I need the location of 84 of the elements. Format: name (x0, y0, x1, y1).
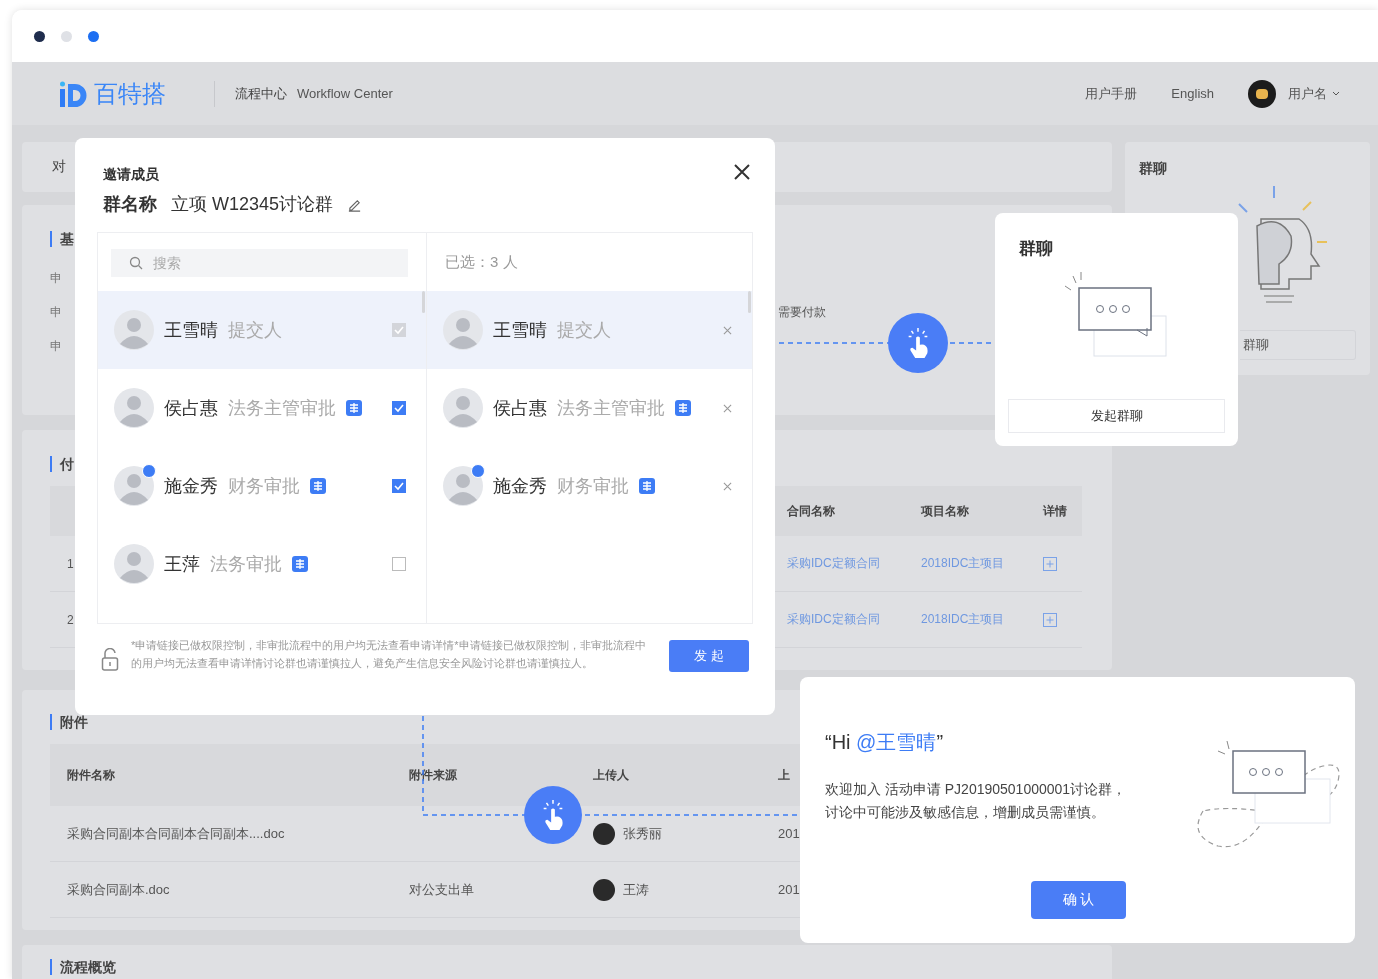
user-menu[interactable]: 用户名 (1288, 84, 1327, 103)
expand-icon[interactable] (1043, 556, 1057, 571)
field-label: 申 (50, 337, 63, 355)
column-header: 附件来源 (408, 766, 458, 784)
field-label: 需要付款 (778, 303, 826, 321)
table-cell-text: 1 (66, 556, 75, 571)
field-label: 群名称 (103, 193, 157, 216)
avatar (114, 388, 154, 428)
table-cell-text: 采购合同副本.doc (66, 880, 171, 899)
avatar (443, 466, 483, 506)
member-name: 王萍 (164, 553, 200, 576)
selected-member-row[interactable]: 王雪晴 提交人 (427, 291, 752, 369)
column-header: 项目名称 (920, 502, 970, 520)
panel-title: 群聊 (1139, 160, 1168, 178)
field-label: 申 (50, 269, 63, 287)
section-title: 流程概览 (50, 959, 1084, 975)
product-name: 流程中心 (235, 84, 287, 103)
remove-icon[interactable] (723, 481, 732, 491)
field-label: 申 (50, 303, 63, 321)
start-group-chat-button[interactable]: 群聊 (1240, 330, 1356, 360)
column-header: 上传人 (592, 766, 630, 784)
confirm-button[interactable]: 确 认 (1031, 881, 1126, 919)
member-name: 施金秀 (493, 475, 547, 498)
member-name: 施金秀 (164, 475, 218, 498)
caret-icon (1332, 91, 1340, 96)
avatar (593, 822, 615, 845)
member-role: 提交人 (557, 319, 611, 342)
window-control-icon[interactable] (34, 30, 45, 42)
remove-icon[interactable] (723, 403, 732, 413)
table-cell: 王涛 (623, 880, 649, 899)
close-icon[interactable] (734, 164, 750, 180)
brand-name: 百特搭 (94, 78, 166, 109)
product-name: Workflow Center (297, 86, 393, 101)
welcome-message: 欢迎加入 活动申请 PJ20190501000001讨论群， (825, 780, 1127, 799)
member-name: 侯占惠 (164, 397, 218, 420)
search-field[interactable]: 搜索 (111, 249, 408, 277)
member-role: 财务审批 (557, 475, 629, 498)
header-link[interactable]: 用户手册 (1085, 84, 1138, 103)
notice-text: *申请链接已做权限控制，非审批流程中的用户均无法查看申请详情*申请链接已做权限控制，非审批流程中的用户均无法查看申请详情讨论群也请谨慎拉人，避免产生信息安全风险讨论群也请谨慎拉人。 (131, 638, 647, 671)
dialog-title: 邀请成员 (103, 166, 159, 184)
member-name: 王雪晴 (164, 319, 218, 342)
selected-member-row[interactable]: 侯占惠 法务主管审批 (427, 369, 752, 447)
header-link[interactable]: English (1171, 86, 1214, 101)
lock-icon (101, 648, 119, 672)
member-role: 提交人 (228, 319, 282, 342)
member-name: 侯占惠 (493, 397, 547, 420)
search-icon (129, 256, 143, 270)
member-name: 王雪晴 (493, 319, 547, 342)
avatar (443, 388, 483, 428)
member-role: 法务主管审批 (557, 397, 665, 420)
table-cell-text: 2 (66, 612, 75, 627)
panel-label: 对 (52, 158, 66, 176)
avatar (114, 310, 154, 350)
member-role: 财务审批 (228, 475, 300, 498)
column-header: 详情 (1042, 502, 1068, 520)
member-role: 法务主管审批 (228, 397, 336, 420)
checkbox[interactable] (392, 479, 406, 493)
avatar (114, 466, 154, 506)
logo-icon (60, 80, 88, 107)
column-header: 附件名称 (66, 766, 116, 784)
table-cell-text: 201 (777, 882, 797, 897)
table-cell-text: 201 (777, 826, 797, 841)
checkbox[interactable] (392, 401, 406, 415)
avatar (443, 310, 483, 350)
expand-icon[interactable] (1043, 612, 1057, 627)
member-role: 法务审批 (210, 553, 282, 576)
column-header: 合同名称 (786, 502, 836, 520)
selected-count: 已选：3 人 (444, 251, 519, 272)
user-avatar[interactable] (1248, 79, 1276, 108)
table-cell: 对公支出单 (409, 881, 474, 897)
table-cell-text: 采购合同副本合同副本合同副本....doc (66, 824, 286, 843)
checkbox[interactable] (392, 557, 406, 571)
start-group-chat-button[interactable]: 发起群聊 (1008, 399, 1225, 433)
welcome-message: 讨论中可能涉及敏感信息，增删成员需谨慎。 (825, 803, 1105, 822)
welcome-title: “Hi @王雪晴” (825, 730, 945, 755)
member-row[interactable]: 侯占惠 法务主管审批 (98, 369, 426, 447)
submit-button[interactable]: 发 起 (669, 640, 749, 672)
avatar (114, 544, 154, 584)
column-header: 上 (777, 766, 791, 784)
group-name: 立项 W12345讨论群 (171, 193, 334, 216)
member-row[interactable]: 王萍 法务审批 (98, 525, 426, 603)
avatar (593, 878, 615, 901)
table-cell: 张秀丽 (623, 824, 662, 843)
remove-icon[interactable] (723, 325, 732, 335)
